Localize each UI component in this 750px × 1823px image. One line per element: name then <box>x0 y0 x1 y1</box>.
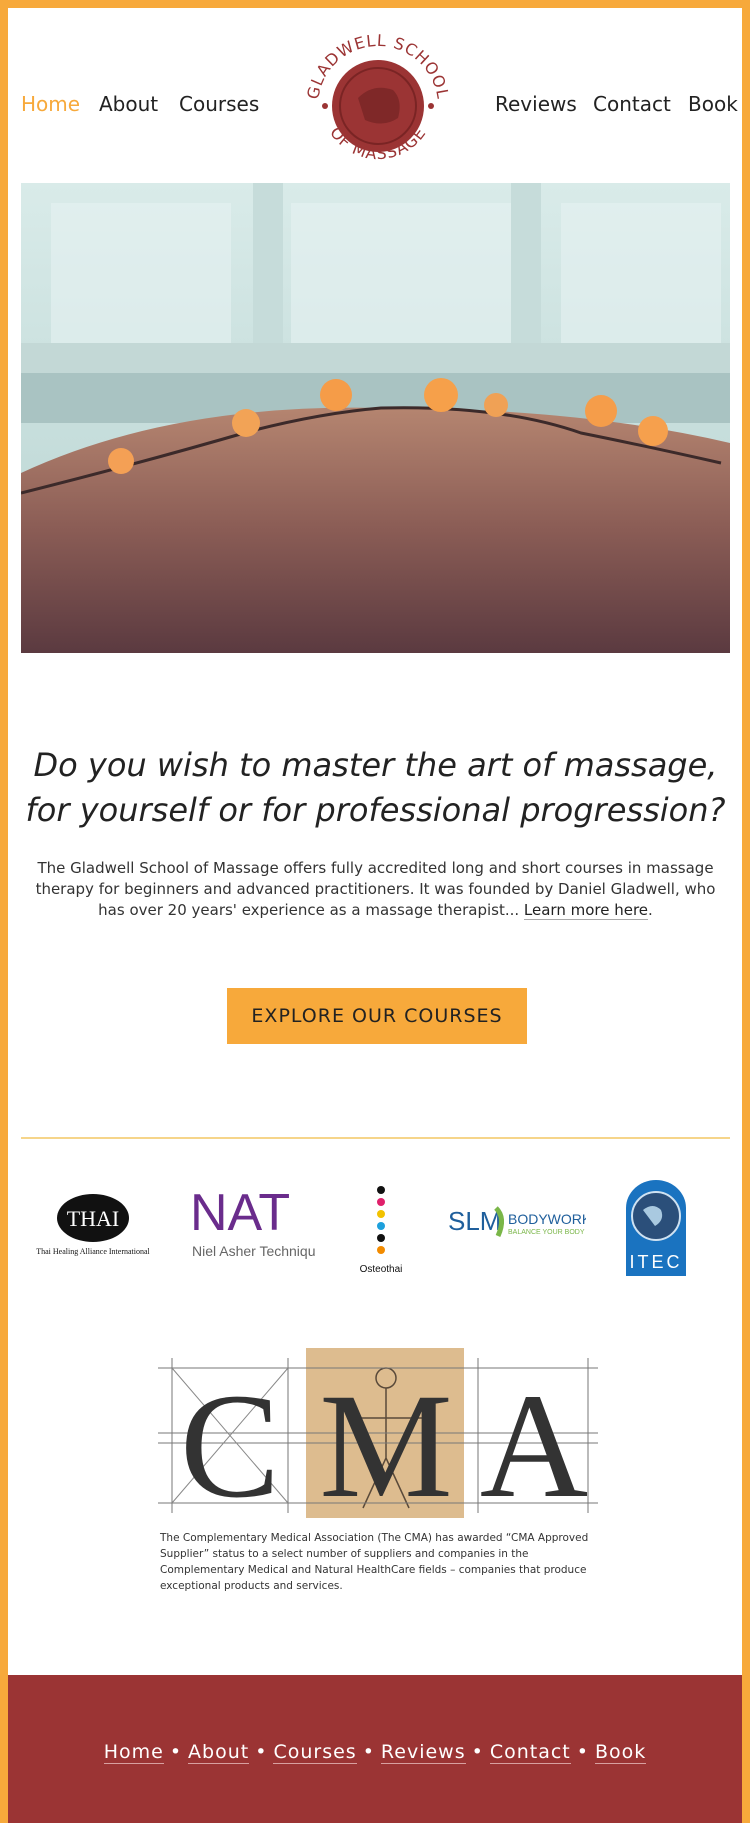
intro-paragraph: The Gladwell School of Massage offers fu… <box>21 858 730 921</box>
nav-about-link[interactable]: About <box>99 92 158 116</box>
slm-logo-tagline: BALANCE YOUR BODY <box>508 1229 585 1236</box>
cma-letter-a: A <box>480 1363 588 1528</box>
nat-logo: NAT Niel Asher Technique <box>190 1184 316 1259</box>
nav-book-link[interactable]: Book <box>688 92 738 116</box>
section-divider <box>21 1137 730 1139</box>
nav-reviews-link[interactable]: Reviews <box>495 92 577 116</box>
osteothai-logo: Osteothai <box>360 1186 403 1275</box>
slm-logo-word: BODYWORK <box>508 1211 586 1227</box>
nav-courses-link[interactable]: Courses <box>179 92 259 116</box>
footer-home-link[interactable]: Home <box>103 1741 164 1764</box>
footer-book-link[interactable]: Book <box>594 1741 647 1764</box>
nat-logo-mark: NAT <box>190 1184 290 1242</box>
footer-separator: • <box>169 1741 183 1763</box>
footer-reviews-link[interactable]: Reviews <box>380 1741 466 1764</box>
footer-separator: • <box>576 1741 589 1763</box>
partner-logos: THAI Thai Healing Alliance International… <box>21 1168 730 1288</box>
footer-separator: • <box>255 1741 268 1763</box>
footer-contact-link[interactable]: Contact <box>489 1741 571 1764</box>
page-heading: Do you wish to master the art of massage… <box>25 746 726 829</box>
footer-separator: • <box>471 1741 484 1763</box>
slm-logo-mark: SLM <box>448 1206 501 1236</box>
hero-image <box>21 183 730 653</box>
thai-alliance-logo: THAI Thai Healing Alliance International <box>36 1194 151 1256</box>
cma-letter-c: C <box>180 1363 280 1528</box>
itec-logo-mark: ITEC <box>629 1252 682 1272</box>
footer-courses-link[interactable]: Courses <box>273 1741 357 1764</box>
footer: Home • About • Courses • Reviews • Contact • Book <box>8 1675 742 1823</box>
nav-contact-link[interactable]: Contact <box>593 92 671 116</box>
page-frame: Home About Courses GLADWELL SCHOOL OF MA… <box>8 8 742 1823</box>
thai-logo-mark: THAI <box>67 1206 120 1231</box>
itec-logo: ITEC <box>626 1180 686 1276</box>
footer-about-link[interactable]: About <box>188 1741 250 1764</box>
thai-logo-caption: Thai Healing Alliance International <box>36 1247 150 1256</box>
slm-bodywork-logo: SLM BODYWORK BALANCE YOUR BODY <box>448 1206 586 1238</box>
footer-nav: Home • About • Courses • Reviews • Contact • Book <box>8 1741 742 1764</box>
cma-description: The Complementary Medical Association (T… <box>160 1532 589 1592</box>
school-logo[interactable]: GLADWELL SCHOOL OF MASSAGE <box>303 28 453 178</box>
nav-home-link[interactable]: Home <box>21 92 80 116</box>
learn-more-link[interactable]: Learn more here <box>523 901 649 920</box>
top-nav: Home About Courses GLADWELL SCHOOL OF MA… <box>8 8 742 183</box>
cma-logo: C M A <box>158 1348 598 1528</box>
nat-logo-caption: Niel Asher Technique <box>192 1243 316 1259</box>
osteothai-caption: Osteothai <box>360 1264 403 1275</box>
cma-letter-m: M <box>319 1363 452 1528</box>
explore-courses-button[interactable]: EXPLORE OUR COURSES <box>227 988 527 1044</box>
footer-separator: • <box>362 1741 375 1763</box>
intro-suffix: . <box>648 901 653 919</box>
